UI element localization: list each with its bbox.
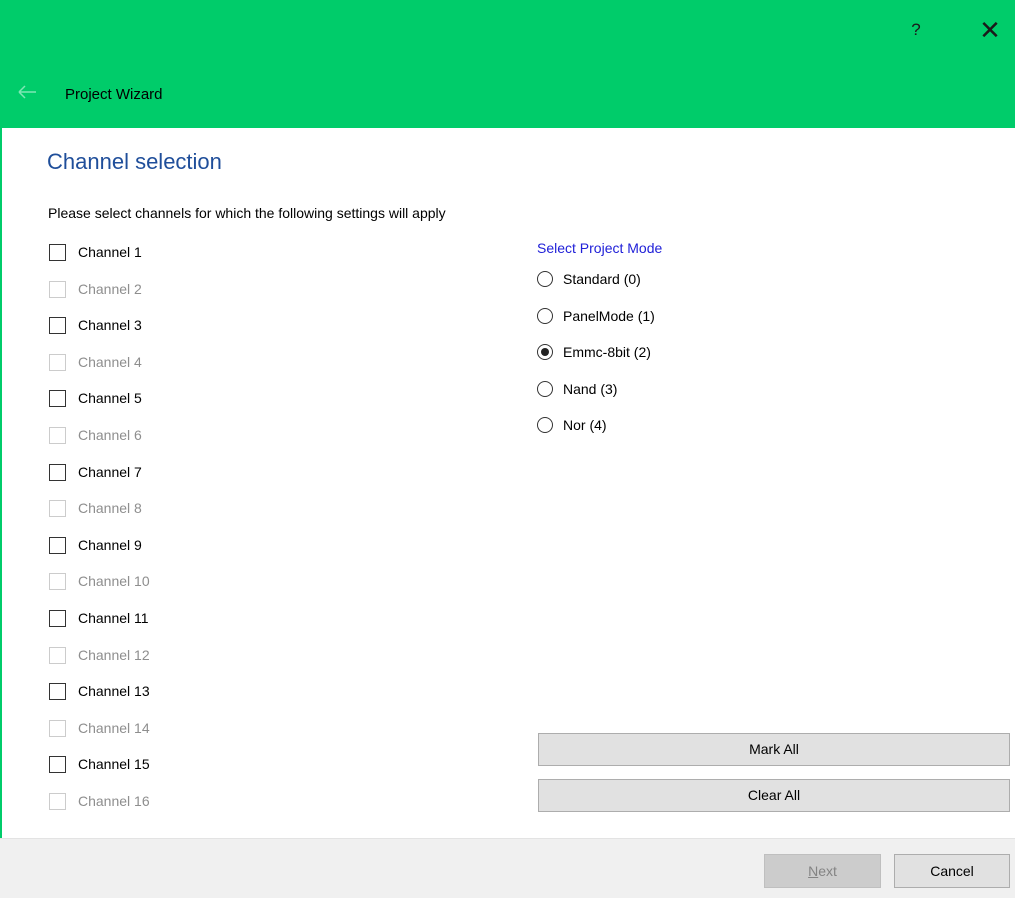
channel-label: Channel 5 bbox=[78, 390, 142, 407]
mode-option-3[interactable]: Nand (3) bbox=[537, 378, 837, 415]
checkbox-box bbox=[49, 719, 66, 737]
channel-label: Channel 6 bbox=[78, 426, 142, 443]
checkbox-box bbox=[49, 792, 66, 810]
project-mode-options: Standard (0) PanelMode (1) Emmc-8bit (2) Na… bbox=[537, 268, 837, 451]
radio-button[interactable] bbox=[537, 344, 553, 360]
mode-option-label: PanelMode (1) bbox=[563, 307, 655, 324]
channel-list: Channel 1 Channel 2 Channel 3 Channel 4 Chan… bbox=[49, 241, 349, 827]
channel-label: Channel 16 bbox=[78, 792, 150, 809]
channel-checkbox-1[interactable]: Channel 1 bbox=[49, 241, 349, 278]
channel-label: Channel 1 bbox=[78, 244, 142, 260]
checkbox-box bbox=[49, 646, 66, 664]
channel-label: Channel 8 bbox=[78, 500, 142, 517]
checkbox-box bbox=[49, 426, 66, 444]
checkbox-box[interactable] bbox=[49, 536, 66, 554]
checkbox-box bbox=[49, 353, 66, 371]
channel-checkbox-9[interactable]: Channel 9 bbox=[49, 534, 349, 571]
radio-button[interactable] bbox=[537, 417, 553, 433]
channel-checkbox-15[interactable]: Channel 15 bbox=[49, 753, 349, 790]
channel-label: Channel 4 bbox=[78, 353, 142, 370]
project-mode-title: Select Project Mode bbox=[537, 240, 663, 256]
radio-button[interactable] bbox=[537, 307, 553, 324]
channel-checkbox-3[interactable]: Channel 3 bbox=[49, 314, 349, 351]
mode-option-4[interactable]: Nor (4) bbox=[537, 414, 837, 451]
page-title: Channel selection bbox=[47, 149, 222, 174]
channel-checkbox-8: Channel 8 bbox=[49, 497, 349, 534]
channel-checkbox-16: Channel 16 bbox=[49, 790, 349, 827]
help-button[interactable]: ? bbox=[901, 18, 931, 42]
mode-option-label: Emmc-8bit (2) bbox=[563, 344, 651, 360]
mode-option-0[interactable]: Standard (0) bbox=[537, 268, 837, 305]
channel-checkbox-2: Channel 2 bbox=[49, 278, 349, 315]
radio-button[interactable] bbox=[537, 380, 553, 397]
mode-option-label: Nor (4) bbox=[563, 417, 607, 433]
checkbox-box[interactable] bbox=[49, 683, 66, 701]
channel-checkbox-7[interactable]: Channel 7 bbox=[49, 461, 349, 498]
wizard-title: Project Wizard bbox=[65, 86, 163, 103]
instructions-text: Please select channels for which the fol… bbox=[48, 205, 446, 221]
channel-checkbox-12: Channel 12 bbox=[49, 644, 349, 681]
channel-label: Channel 11 bbox=[78, 609, 149, 626]
radio-button[interactable] bbox=[537, 271, 553, 287]
checkbox-box[interactable] bbox=[49, 609, 66, 627]
next-button[interactable]: Next bbox=[764, 854, 881, 888]
checkbox-box[interactable] bbox=[49, 463, 66, 481]
mode-option-2[interactable]: Emmc-8bit (2) bbox=[537, 341, 837, 378]
cancel-button[interactable]: Cancel bbox=[894, 854, 1010, 888]
channel-label: Channel 7 bbox=[78, 463, 142, 480]
channel-checkbox-14: Channel 14 bbox=[49, 717, 349, 754]
project-mode-group: Select Project Mode Standard (0) PanelMod… bbox=[537, 240, 837, 451]
checkbox-box[interactable] bbox=[49, 756, 66, 774]
channel-label: Channel 2 bbox=[78, 280, 142, 297]
title-bar: ? ✕ Project Wizard bbox=[0, 0, 1015, 128]
channel-checkbox-11[interactable]: Channel 11 bbox=[49, 607, 349, 644]
channel-label: Channel 15 bbox=[78, 756, 150, 773]
channel-label: Channel 10 bbox=[78, 573, 150, 590]
checkbox-box bbox=[49, 280, 66, 298]
project-wizard-window: ? ✕ Project Wizard Channel selection Ple… bbox=[0, 0, 1015, 898]
checkbox-box bbox=[49, 573, 66, 591]
channel-label: Channel 3 bbox=[78, 317, 142, 334]
channel-checkbox-6: Channel 6 bbox=[49, 424, 349, 461]
checkbox-box[interactable] bbox=[49, 317, 66, 335]
mark-all-button[interactable]: Mark All bbox=[538, 733, 1010, 766]
mode-option-1[interactable]: PanelMode (1) bbox=[537, 305, 837, 342]
checkbox-box bbox=[49, 500, 66, 518]
window-left-border bbox=[0, 128, 2, 898]
mode-option-label: Nand (3) bbox=[563, 380, 618, 397]
channel-label: Channel 12 bbox=[78, 646, 150, 663]
channel-label: Channel 9 bbox=[78, 536, 142, 553]
close-button[interactable]: ✕ bbox=[975, 17, 1005, 43]
channel-label: Channel 14 bbox=[78, 719, 150, 736]
footer-bar: Next Cancel bbox=[0, 838, 1015, 898]
channel-checkbox-13[interactable]: Channel 13 bbox=[49, 680, 349, 717]
clear-all-button[interactable]: Clear All bbox=[538, 779, 1010, 812]
next-access-key: N bbox=[808, 863, 819, 879]
channel-checkbox-5[interactable]: Channel 5 bbox=[49, 387, 349, 424]
channel-label: Channel 13 bbox=[78, 683, 150, 700]
checkbox-box[interactable] bbox=[49, 390, 66, 408]
channel-checkbox-10: Channel 10 bbox=[49, 570, 349, 607]
channel-checkbox-4: Channel 4 bbox=[49, 351, 349, 388]
next-label-rest: ext bbox=[818, 863, 837, 879]
checkbox-box[interactable] bbox=[49, 244, 66, 261]
arrow-left-icon[interactable] bbox=[16, 82, 40, 102]
mode-option-label: Standard (0) bbox=[563, 271, 641, 287]
